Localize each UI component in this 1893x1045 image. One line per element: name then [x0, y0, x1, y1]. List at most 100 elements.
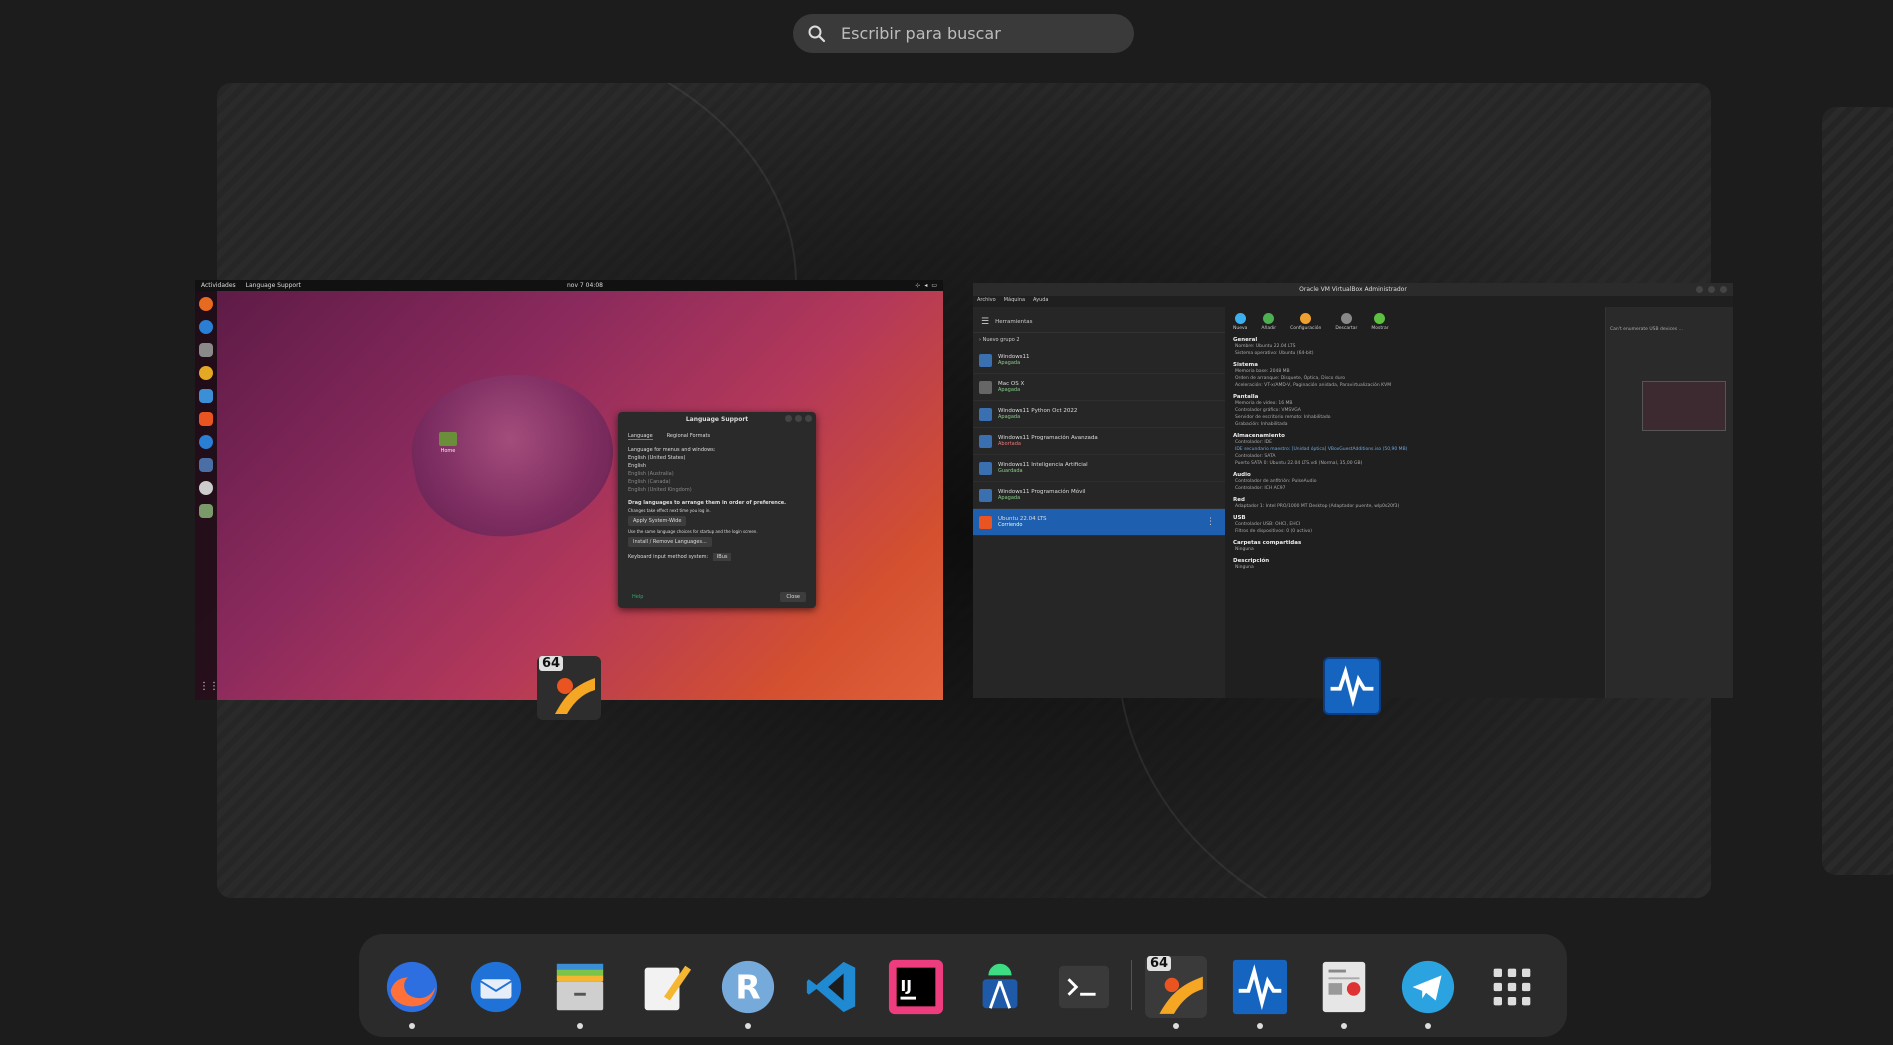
vm-item[interactable]: Windows11 Programación Avanzada Abortada: [973, 428, 1225, 455]
svg-text:IJ: IJ: [901, 977, 913, 995]
language-support-icon[interactable]: [199, 458, 213, 472]
help-link[interactable]: Help: [632, 594, 643, 600]
window-titlebar[interactable]: Oracle VM VirtualBox Administrador: [973, 283, 1733, 296]
menu-archivo[interactable]: Archivo: [977, 297, 996, 303]
tab-language[interactable]: Language: [628, 433, 653, 440]
new-vm-button[interactable]: Nueva: [1233, 313, 1247, 331]
software-icon[interactable]: [199, 412, 213, 426]
toolbar-label: Nueva: [1233, 326, 1248, 331]
dock-firefox[interactable]: [381, 956, 443, 1029]
files-icon[interactable]: [199, 343, 213, 357]
gear-icon: [1300, 313, 1312, 324]
trash-icon[interactable]: [199, 504, 213, 518]
close-icon[interactable]: [805, 415, 812, 422]
detail-row: Controlador: ICH AC97: [1235, 486, 1286, 491]
details-section[interactable]: Descripción Ninguna: [1233, 558, 1597, 571]
more-options-icon[interactable]: ⋮: [1206, 517, 1215, 527]
activities-label[interactable]: Actividades: [201, 282, 236, 289]
arrow-right-icon: [1374, 313, 1386, 324]
dock-thunderbird[interactable]: [465, 956, 527, 1018]
add-vm-button[interactable]: Añadir: [1261, 313, 1276, 331]
next-workspace-preview[interactable]: [1822, 107, 1893, 875]
dock-terminal[interactable]: [1053, 956, 1115, 1018]
settings-button[interactable]: Configuración: [1290, 313, 1321, 331]
dock-text-editor[interactable]: [633, 956, 695, 1018]
dock-files[interactable]: [549, 956, 611, 1029]
focused-app-label[interactable]: Language Support: [246, 282, 301, 289]
search-bar[interactable]: [793, 14, 1134, 53]
language-item[interactable]: English (United States): [618, 454, 816, 462]
language-item[interactable]: English (Australia): [618, 470, 816, 478]
firefox-icon[interactable]: [199, 297, 213, 311]
group-header[interactable]: › Nuevo grupo 2: [973, 333, 1225, 347]
details-section[interactable]: Red Adaptador 1: Intel PRO/1000 MT Deskt…: [1233, 497, 1597, 510]
details-section[interactable]: Sistema Memoria base: 2048 MB Orden de a…: [1233, 362, 1597, 389]
language-support-dialog[interactable]: Language Support Language Regional Forma…: [618, 412, 816, 608]
clock[interactable]: nov 7 04:08: [567, 282, 603, 289]
menu-maquina[interactable]: Máquina: [1004, 297, 1025, 303]
detail-row: Memoria de vídeo: 16 MB: [1235, 401, 1293, 406]
document-viewer-icon: [1322, 961, 1366, 1013]
minimize-icon[interactable]: [1696, 286, 1703, 293]
toolbar-label: Descartar: [1335, 326, 1358, 331]
vm-item[interactable]: Windows11 Inteligencia Artificial Guardad…: [973, 455, 1225, 482]
details-section[interactable]: Almacenamiento Controlador: IDE IDE secu…: [1233, 433, 1597, 467]
vm-item[interactable]: Windows11 Apagada: [973, 347, 1225, 374]
rhythmbox-icon[interactable]: [199, 366, 213, 380]
vm-state: Guardada: [998, 468, 1023, 474]
64-badge: 64: [539, 656, 564, 671]
chevron-right-icon: ›: [979, 337, 981, 343]
discard-button[interactable]: Descartar: [1335, 313, 1357, 331]
search-input[interactable]: [841, 24, 1121, 43]
vm-item[interactable]: Windows11 Programación Móvil Apagada: [973, 482, 1225, 509]
dock-vscode[interactable]: [801, 956, 863, 1018]
vm-item[interactable]: Windows11 Python Oct 2022 Apagada: [973, 401, 1225, 428]
details-section[interactable]: Pantalla Memoria de vídeo: 16 MB Control…: [1233, 394, 1597, 428]
close-icon[interactable]: [1720, 286, 1727, 293]
menu-ayuda[interactable]: Ayuda: [1033, 297, 1048, 303]
dock-telegram[interactable]: [1397, 956, 1459, 1029]
language-item[interactable]: English (United Kingdom): [618, 486, 816, 494]
dock-document-viewer[interactable]: [1313, 956, 1375, 1029]
keyboard-input-select[interactable]: IBus: [712, 553, 732, 561]
virtualbox-manager-window[interactable]: Oracle VM VirtualBox Administrador Archi…: [973, 283, 1733, 698]
detail-row: Controlador gráfico: VMSVGA: [1235, 408, 1301, 413]
system-tray[interactable]: ⊹ ◂ ▭: [915, 282, 937, 289]
network-icon: ⊹: [915, 282, 921, 289]
app-grid-icon[interactable]: ⋮⋮: [199, 680, 219, 694]
details-section[interactable]: Audio Controlador de anfitrión: PulseAud…: [1233, 472, 1597, 492]
dock-system-monitor[interactable]: [1229, 956, 1291, 1029]
dock-intellij[interactable]: IJ: [885, 956, 947, 1018]
dock-show-applications[interactable]: [1481, 956, 1543, 1018]
languages-heading: Language for menus and windows:: [628, 447, 716, 453]
show-button[interactable]: Mostrar: [1371, 313, 1389, 331]
maximize-icon[interactable]: [1708, 286, 1715, 293]
tab-regional-formats[interactable]: Regional Formats: [667, 433, 710, 440]
language-item[interactable]: English: [618, 462, 816, 470]
usb-notice[interactable]: Can't enumerate USB devices ...: [1606, 307, 1733, 332]
maximize-icon[interactable]: [795, 415, 802, 422]
install-remove-languages-button[interactable]: Install / Remove Languages...: [628, 537, 712, 547]
details-section[interactable]: Carpetas compartidas Ninguna: [1233, 540, 1597, 553]
home-desktop-icon[interactable]: Home: [439, 432, 457, 454]
details-section[interactable]: General Nombre: Ubuntu 22.04 LTS Sistema…: [1233, 337, 1597, 357]
windows-vm-icon: [979, 488, 992, 502]
vm-item-selected[interactable]: Ubuntu 22.04 LTS Corriendo ⋮: [973, 509, 1225, 536]
writer-icon[interactable]: [199, 389, 213, 403]
terminal-icon: [1058, 965, 1110, 1009]
vm-item[interactable]: Mac OS X Apagada: [973, 374, 1225, 401]
details-section[interactable]: USB Controlador USB: OHCI, EHCI Filtros …: [1233, 515, 1597, 535]
dock-virtualbox[interactable]: 64: [1145, 956, 1207, 1029]
apply-system-wide-button[interactable]: Apply System-Wide: [628, 516, 687, 526]
close-button[interactable]: Close: [780, 592, 806, 602]
tools-item[interactable]: ☰ Herramientas: [973, 311, 1225, 333]
detail-row: Orden de arranque: Disquete, Óptica, Dis…: [1235, 376, 1346, 381]
dvd-icon[interactable]: [199, 481, 213, 495]
thunderbird-icon[interactable]: [199, 320, 213, 334]
minimize-icon[interactable]: [785, 415, 792, 422]
language-item[interactable]: English (Canada): [618, 478, 816, 486]
dock-rstudio[interactable]: R: [717, 956, 779, 1029]
help-icon[interactable]: [199, 435, 213, 449]
dock-android-studio[interactable]: [969, 956, 1031, 1018]
ubuntu-vm-window[interactable]: Actividades Language Support nov 7 04:08…: [195, 280, 943, 700]
